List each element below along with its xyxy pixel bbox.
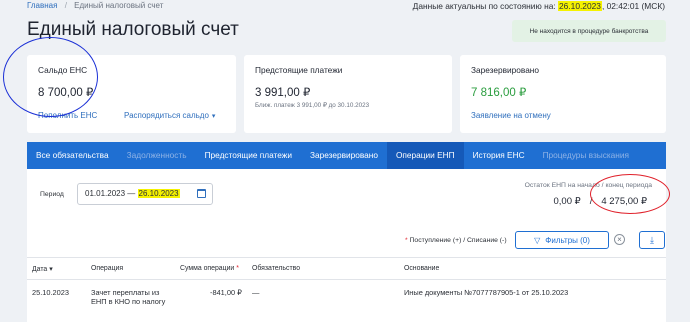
reserved-label: Зарезервировано — [471, 65, 540, 75]
reserved-amount: 7 816,00 ₽ — [471, 87, 527, 99]
download-button[interactable]: ⤓ — [639, 231, 665, 249]
period-value: 01.01.2023 — 26.10.2023 — [85, 189, 180, 198]
tab-ens-history[interactable]: История ЕНС — [464, 142, 534, 169]
clear-filters-icon[interactable]: × — [614, 234, 625, 245]
row-obligation: — — [252, 288, 260, 297]
row-basis: Иные документы №7077787905-1 от 25.10.20… — [404, 288, 569, 297]
upcoming-amount: 3 991,00 ₽ — [255, 87, 311, 99]
bankruptcy-status-badge: Не находится в процедуре банкротства — [512, 20, 666, 42]
column-obligation: Обязательство — [252, 265, 301, 272]
column-amount-label: Сумма операции — [180, 265, 235, 272]
calendar-icon[interactable] — [197, 189, 206, 198]
actuality-prefix: Данные актуальны по состоянию на: — [412, 1, 556, 11]
period-label: Период — [40, 191, 64, 198]
period-date-input[interactable]: 01.01.2023 — 26.10.2023 — [77, 183, 213, 205]
breadcrumb: Главная / Единый налоговый счет — [27, 1, 163, 10]
filter-icon: ▽ — [534, 235, 541, 245]
annotation-circle-blue — [3, 37, 98, 117]
operations-panel: Период 01.01.2023 — 26.10.2023 Остаток Е… — [27, 169, 670, 322]
cancel-application-link[interactable]: Заявление на отмену — [471, 111, 551, 120]
data-actuality: Данные актуальны по состоянию на: 26.10.… — [413, 1, 665, 11]
annotation-circle-red — [590, 174, 670, 214]
column-date[interactable]: Дата ▾ — [32, 265, 53, 273]
row-amount: -841,00 ₽ — [210, 288, 242, 297]
actuality-date: 26.10.2023 — [558, 1, 602, 11]
row-date: 25.10.2023 — [32, 288, 69, 297]
sort-down-icon: ▾ — [49, 266, 53, 273]
filters-button[interactable]: ▽ Фильтры (0) — [515, 231, 609, 249]
breadcrumb-current: Единый налоговый счет — [74, 1, 164, 10]
tab-all-obligations[interactable]: Все обязательства — [27, 142, 118, 169]
tab-collection-procedures[interactable]: Процедуры взыскания — [534, 142, 638, 169]
dispose-saldo-link[interactable]: Распорядиться сальдо ▾ — [124, 111, 215, 120]
tab-bar: Все обязательства Задолженность Предстоя… — [27, 142, 666, 169]
upcoming-note: Ближ. платеж 3 991,00 ₽ до 30.10.2023 — [255, 102, 370, 109]
column-date-label: Дата — [32, 266, 48, 273]
actuality-time: , 02:42:01 (МСК) — [601, 1, 665, 11]
period-from: 01.01.2023 — [85, 189, 126, 198]
column-basis: Основание — [404, 265, 440, 272]
upcoming-payments-card: Предстоящие платежи 3 991,00 ₽ Ближ. пла… — [244, 55, 452, 133]
period-to: 26.10.2023 — [137, 189, 180, 198]
column-operation: Операция — [91, 265, 124, 272]
balance-start: 0,00 ₽ — [553, 196, 581, 207]
breadcrumb-home-link[interactable]: Главная — [27, 1, 57, 10]
tab-upcoming-payments[interactable]: Предстоящие платежи — [196, 142, 301, 169]
upcoming-label: Предстоящие платежи — [255, 65, 343, 75]
column-amount-star: * — [234, 265, 239, 272]
breadcrumb-separator: / — [64, 1, 67, 10]
chevron-down-icon: ▾ — [211, 113, 216, 120]
tab-debt[interactable]: Задолженность — [118, 142, 196, 169]
filters-label: Фильтры (0) — [545, 235, 590, 245]
period-dash: — — [127, 189, 136, 198]
top-bar: Главная / Единый налоговый счет Данные а… — [0, 0, 690, 14]
tab-enp-operations[interactable]: Операции ЕНП — [386, 142, 464, 169]
download-icon: ⤓ — [650, 234, 654, 245]
dispose-saldo-label: Распорядиться сальдо — [124, 111, 209, 120]
row-operation: Зачет переплаты из ЕНП в КНО по налогу — [91, 288, 166, 306]
column-amount: Сумма операции * — [180, 265, 239, 272]
table-header: Дата ▾ Операция Сумма операции * Обязате… — [27, 257, 666, 280]
amount-legend: * Поступление (+) / Списание (-) — [405, 237, 507, 244]
tab-reserved[interactable]: Зарезервировано — [301, 142, 387, 169]
reserved-card: Зарезервировано 7 816,00 ₽ Заявление на … — [460, 55, 666, 133]
legend-text: Поступление (+) / Списание (-) — [407, 237, 507, 244]
